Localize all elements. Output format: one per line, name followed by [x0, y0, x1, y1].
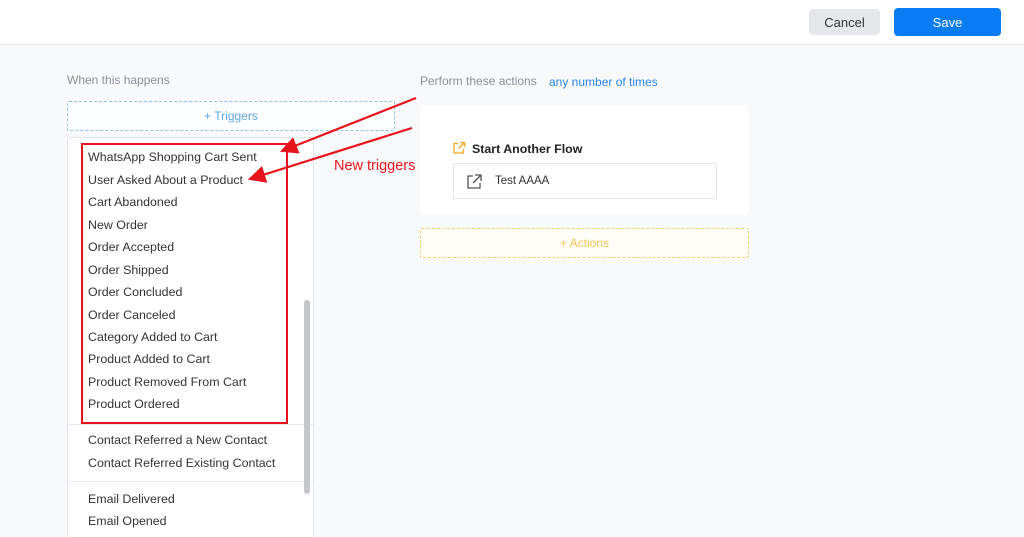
trigger-option[interactable]: WhatsApp Shopping Cart Sent: [88, 150, 257, 164]
trigger-option[interactable]: Cart Abandoned: [88, 195, 178, 209]
perform-these-actions-label: Perform these actions: [420, 74, 537, 88]
top-bar: Cancel Save: [0, 0, 1024, 45]
trigger-option[interactable]: Order Concluded: [88, 285, 182, 299]
trigger-option[interactable]: Category Added to Cart: [88, 330, 218, 344]
trigger-option[interactable]: Order Shipped: [88, 263, 169, 277]
group-divider: [68, 424, 313, 425]
trigger-option[interactable]: New Order: [88, 218, 148, 232]
trigger-option[interactable]: Product Ordered: [88, 397, 180, 411]
add-actions-button[interactable]: + Actions: [420, 228, 749, 258]
trigger-option[interactable]: Order Canceled: [88, 308, 175, 322]
external-link-icon: [467, 174, 482, 189]
flow-name: Test AAAA: [495, 175, 550, 187]
group-divider: [68, 481, 313, 482]
start-flow-icon: [453, 141, 466, 154]
trigger-option[interactable]: Email Delivered: [88, 492, 175, 506]
list-scrollbar-thumb[interactable]: [304, 300, 310, 494]
when-this-happens-label: When this happens: [67, 73, 170, 87]
repeat-frequency-link[interactable]: any number of times: [549, 75, 658, 89]
trigger-option[interactable]: Contact Referred a New Contact: [88, 433, 267, 447]
trigger-option[interactable]: User Asked About a Product: [88, 173, 243, 187]
new-triggers-annotation: New triggers: [334, 158, 416, 174]
save-button[interactable]: Save: [894, 8, 1001, 36]
action-card: Start Another Flow Test AAAA: [420, 106, 749, 215]
triggers-dropdown-list[interactable]: WhatsApp Shopping Cart Sent User Asked A…: [67, 137, 314, 537]
cancel-button[interactable]: Cancel: [809, 9, 880, 35]
action-title: Start Another Flow: [472, 142, 583, 156]
trigger-option[interactable]: Order Accepted: [88, 240, 174, 254]
trigger-option[interactable]: Product Added to Cart: [88, 352, 210, 366]
trigger-option[interactable]: Product Removed From Cart: [88, 375, 246, 389]
trigger-option[interactable]: Contact Referred Existing Contact: [88, 456, 275, 470]
flow-select[interactable]: Test AAAA: [453, 163, 717, 199]
trigger-option[interactable]: Email Opened: [88, 514, 167, 528]
add-triggers-button[interactable]: + Triggers: [67, 101, 395, 131]
